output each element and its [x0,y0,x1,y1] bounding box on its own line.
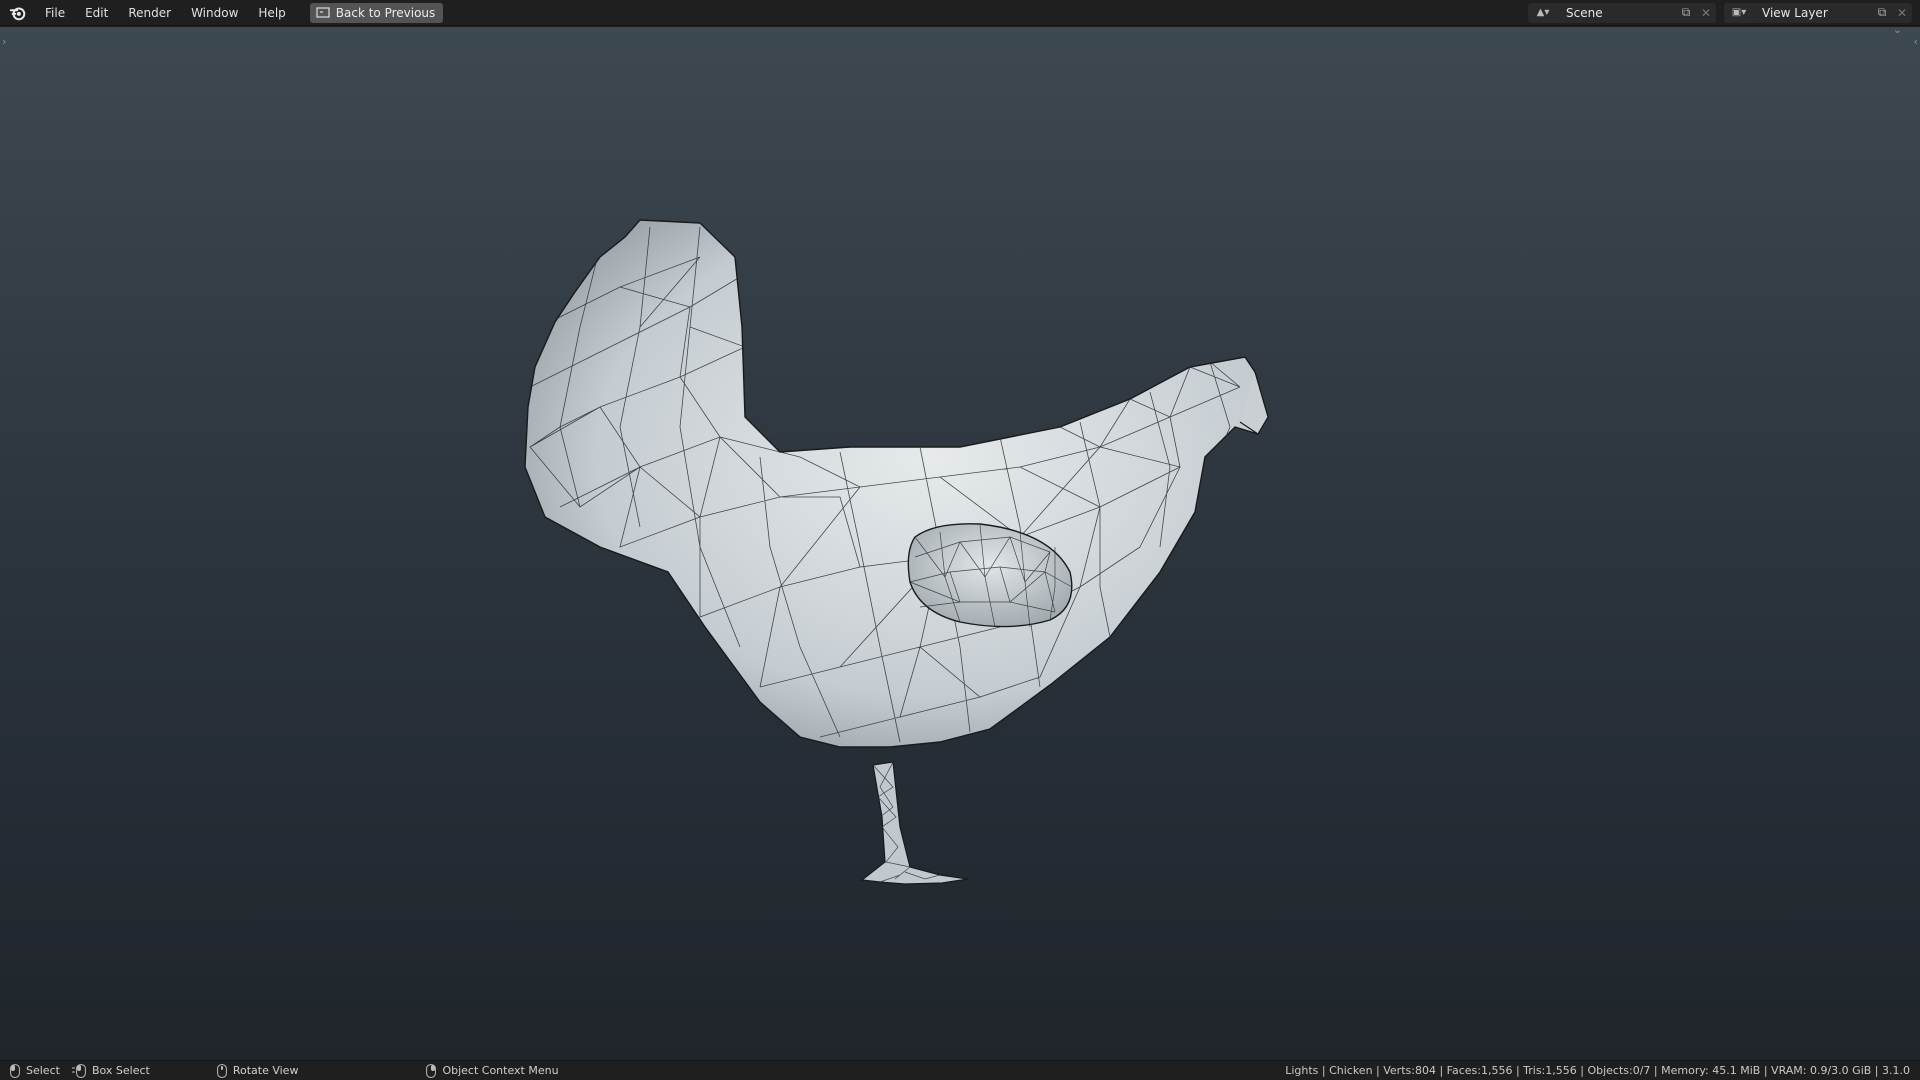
mouse-right-icon [426,1063,437,1078]
screen-icon [316,6,330,18]
blender-logo-icon[interactable] [9,4,27,22]
top-bar: File Edit Render Window Help Back to Pre… [0,0,1920,26]
scene-name-field[interactable]: Scene [1558,2,1676,23]
chicken-mesh[interactable] [0,27,1920,1060]
menu-file[interactable]: File [35,0,75,26]
3d-viewport[interactable]: › ‹ ⌄ [0,27,1920,1060]
close-icon[interactable]: ✕ [1892,2,1912,23]
scene-icon[interactable]: ▲▾ [1528,2,1558,23]
close-icon[interactable]: ✕ [1696,2,1716,23]
view-layer-icon[interactable]: ▣▾ [1724,2,1754,23]
status-bar: Select Box Select Rotate View Object Con… [0,1060,1920,1080]
menu-window[interactable]: Window [181,0,248,26]
hint-rotate-view-label: Rotate View [232,1064,299,1077]
menu-edit[interactable]: Edit [75,0,118,26]
mouse-middle-icon [216,1063,227,1078]
mouse-left-icon [10,1063,20,1078]
mouse-drag-icon [71,1063,86,1078]
hint-rotate-view: Rotate View [216,1063,299,1078]
back-to-previous-label: Back to Previous [335,5,436,20]
new-scene-icon[interactable]: ⧉ [1676,2,1696,23]
hint-object-context-menu: Object Context Menu [426,1063,559,1078]
menu-render[interactable]: Render [118,0,181,26]
hint-box-select: Box Select [71,1063,150,1078]
back-to-previous-button[interactable]: Back to Previous [309,2,444,23]
scene-selector[interactable]: ▲▾ Scene ⧉ ✕ [1528,2,1716,23]
scene-statistics: Lights | Chicken | Verts:804 | Faces:1,5… [1285,1064,1910,1077]
new-view-layer-icon[interactable]: ⧉ [1872,2,1892,23]
view-layer-selector[interactable]: ▣▾ View Layer ⧉ ✕ [1724,2,1912,23]
hint-box-select-label: Box Select [91,1064,150,1077]
hint-object-context-menu-label: Object Context Menu [442,1064,559,1077]
view-layer-name-field[interactable]: View Layer [1754,2,1872,23]
menu-help[interactable]: Help [248,0,295,26]
hint-select-label: Select [26,1064,60,1077]
hint-select: Select [10,1063,60,1078]
